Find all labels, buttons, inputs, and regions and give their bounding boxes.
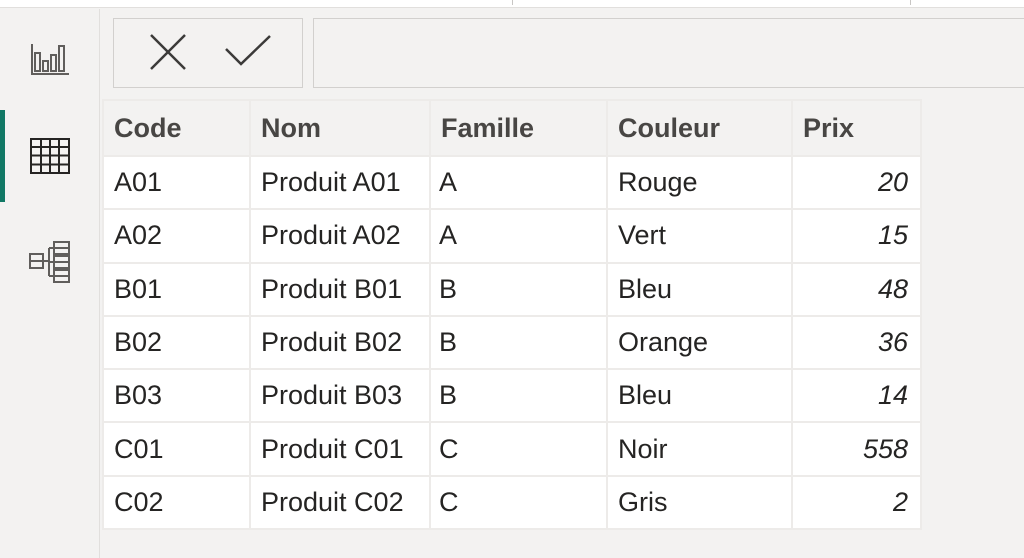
ribbon-divider — [512, 0, 513, 5]
cell-code[interactable]: B01 — [102, 261, 251, 317]
column-header-prix[interactable]: Prix — [791, 99, 922, 157]
cell-couleur[interactable]: Orange — [606, 314, 793, 371]
cell-prix[interactable]: 2 — [791, 474, 922, 531]
data-view-button[interactable] — [0, 110, 99, 202]
table-row: B01 Produit B01 B Bleu 48 — [102, 261, 922, 317]
cell-nom[interactable]: Produit C01 — [249, 421, 431, 477]
formula-input[interactable] — [313, 18, 1024, 88]
cell-code[interactable]: C01 — [102, 421, 251, 477]
column-header-nom[interactable]: Nom — [249, 99, 431, 157]
table-row: A01 Produit A01 A Rouge 20 — [102, 154, 922, 211]
cell-couleur[interactable]: Bleu — [606, 368, 793, 424]
cell-couleur[interactable]: Vert — [606, 208, 793, 264]
cell-nom[interactable]: Produit B03 — [249, 368, 431, 424]
cell-prix[interactable]: 36 — [791, 314, 922, 371]
cell-famille[interactable]: B — [429, 368, 608, 424]
table-row: B03 Produit B03 B Bleu 14 — [102, 368, 922, 424]
table-grid-icon — [29, 138, 70, 174]
formula-commit-buttons — [113, 18, 303, 88]
model-view-button[interactable] — [0, 216, 99, 308]
cell-famille[interactable]: B — [429, 261, 608, 317]
cell-nom[interactable]: Produit B01 — [249, 261, 431, 317]
cell-couleur[interactable]: Bleu — [606, 261, 793, 317]
view-switcher-rail — [0, 9, 100, 558]
report-view-button[interactable] — [0, 13, 99, 105]
cell-prix[interactable]: 15 — [791, 208, 922, 264]
cell-nom[interactable]: Produit A01 — [249, 154, 431, 211]
cell-famille[interactable]: A — [429, 154, 608, 211]
cell-code[interactable]: C02 — [102, 474, 251, 531]
commit-button[interactable] — [224, 33, 272, 75]
cell-nom[interactable]: Produit A02 — [249, 208, 431, 264]
table-row: C01 Produit C01 C Noir 558 — [102, 421, 922, 477]
column-header-famille[interactable]: Famille — [429, 99, 608, 157]
cell-famille[interactable]: C — [429, 421, 608, 477]
ribbon-edge — [0, 0, 1024, 8]
close-icon — [148, 32, 188, 77]
cell-prix[interactable]: 14 — [791, 368, 922, 424]
table-row: C02 Produit C02 C Gris 2 — [102, 474, 922, 531]
cell-nom[interactable]: Produit C02 — [249, 474, 431, 531]
header-row: Code Nom Famille Couleur Prix — [102, 99, 922, 157]
cell-prix[interactable]: 20 — [791, 154, 922, 211]
checkmark-icon — [224, 34, 272, 75]
column-header-couleur[interactable]: Couleur — [606, 99, 793, 157]
cell-prix[interactable]: 558 — [791, 421, 922, 477]
ribbon-divider — [910, 0, 911, 5]
bar-chart-icon — [30, 41, 70, 77]
cell-couleur[interactable]: Rouge — [606, 154, 793, 211]
cell-code[interactable]: A02 — [102, 208, 251, 264]
cell-prix[interactable]: 48 — [791, 261, 922, 317]
table-row: B02 Produit B02 B Orange 36 — [102, 314, 922, 371]
cell-code[interactable]: A01 — [102, 154, 251, 211]
cell-nom[interactable]: Produit B02 — [249, 314, 431, 371]
column-header-code[interactable]: Code — [102, 99, 251, 157]
cell-code[interactable]: B02 — [102, 314, 251, 371]
cell-famille[interactable]: A — [429, 208, 608, 264]
table-row: A02 Produit A02 A Vert 15 — [102, 208, 922, 264]
cell-couleur[interactable]: Gris — [606, 474, 793, 531]
cell-code[interactable]: B03 — [102, 368, 251, 424]
cell-couleur[interactable]: Noir — [606, 421, 793, 477]
data-table: Code Nom Famille Couleur Prix A01 Produi… — [102, 99, 922, 531]
cancel-button[interactable] — [146, 33, 190, 75]
cell-famille[interactable]: B — [429, 314, 608, 371]
cell-famille[interactable]: C — [429, 474, 608, 531]
model-icon — [28, 240, 72, 284]
